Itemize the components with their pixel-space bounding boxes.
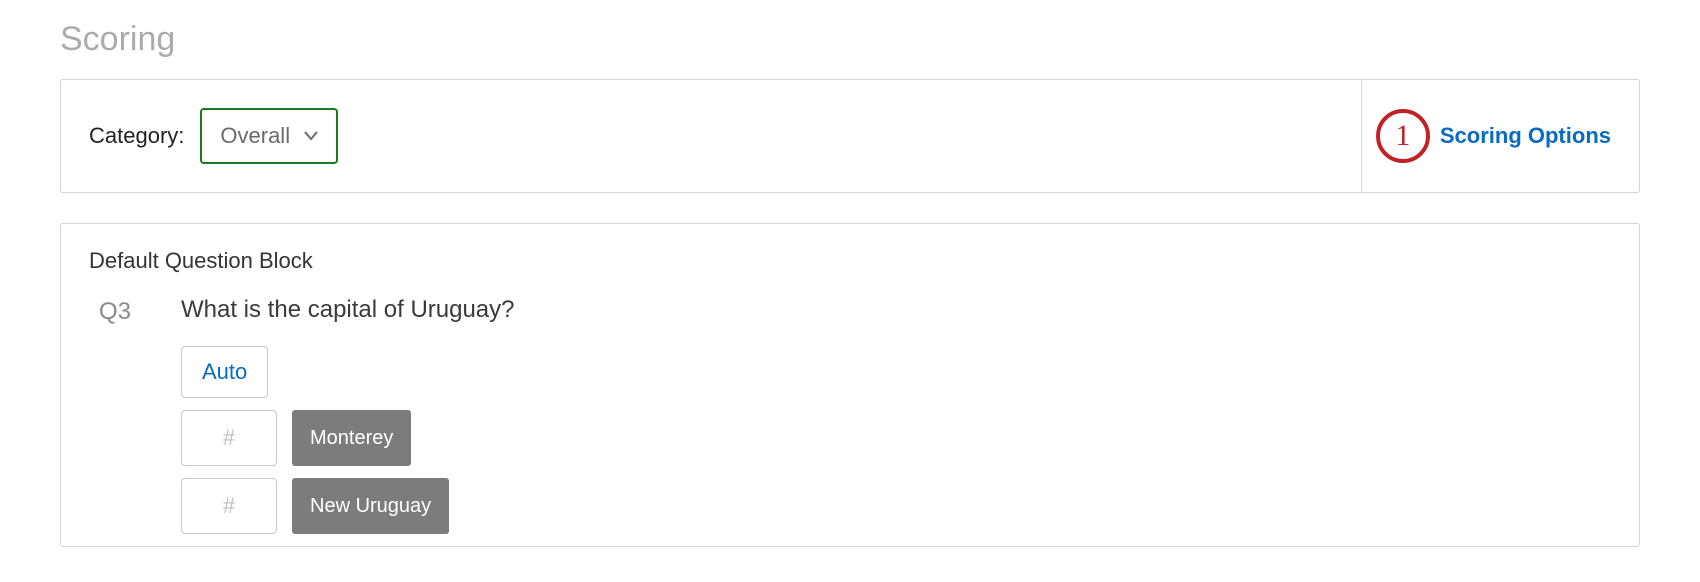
choice-label[interactable]: New Uruguay <box>292 478 449 534</box>
category-label: Category: <box>89 123 184 149</box>
category-select[interactable]: Overall <box>200 108 338 164</box>
choice-row: Monterey <box>181 410 1611 466</box>
question-block: Default Question Block Q3 What is the ca… <box>60 223 1640 547</box>
question-body: What is the capital of Uruguay? Auto Mon… <box>181 296 1611 546</box>
score-input[interactable] <box>181 478 277 534</box>
block-title: Default Question Block <box>89 248 1611 274</box>
scoring-options-link[interactable]: Scoring Options <box>1440 123 1611 149</box>
category-select-value: Overall <box>220 123 290 149</box>
choice-row: New Uruguay <box>181 478 1611 534</box>
scoring-options-group: 1 Scoring Options <box>1376 109 1611 163</box>
auto-button[interactable]: Auto <box>181 346 268 398</box>
callout-badge: 1 <box>1376 109 1430 163</box>
question-row: Q3 What is the capital of Uruguay? Auto … <box>89 296 1611 546</box>
category-selector-group: Category: Overall <box>89 108 338 164</box>
chevron-down-icon <box>304 129 318 143</box>
question-id: Q3 <box>99 296 149 326</box>
page-title: Scoring <box>60 20 1640 59</box>
vertical-divider <box>1361 80 1362 192</box>
choice-label[interactable]: Monterey <box>292 410 411 466</box>
category-bar: Category: Overall 1 Scoring Options <box>60 79 1640 193</box>
score-input[interactable] <box>181 410 277 466</box>
question-text: What is the capital of Uruguay? <box>181 296 1611 324</box>
